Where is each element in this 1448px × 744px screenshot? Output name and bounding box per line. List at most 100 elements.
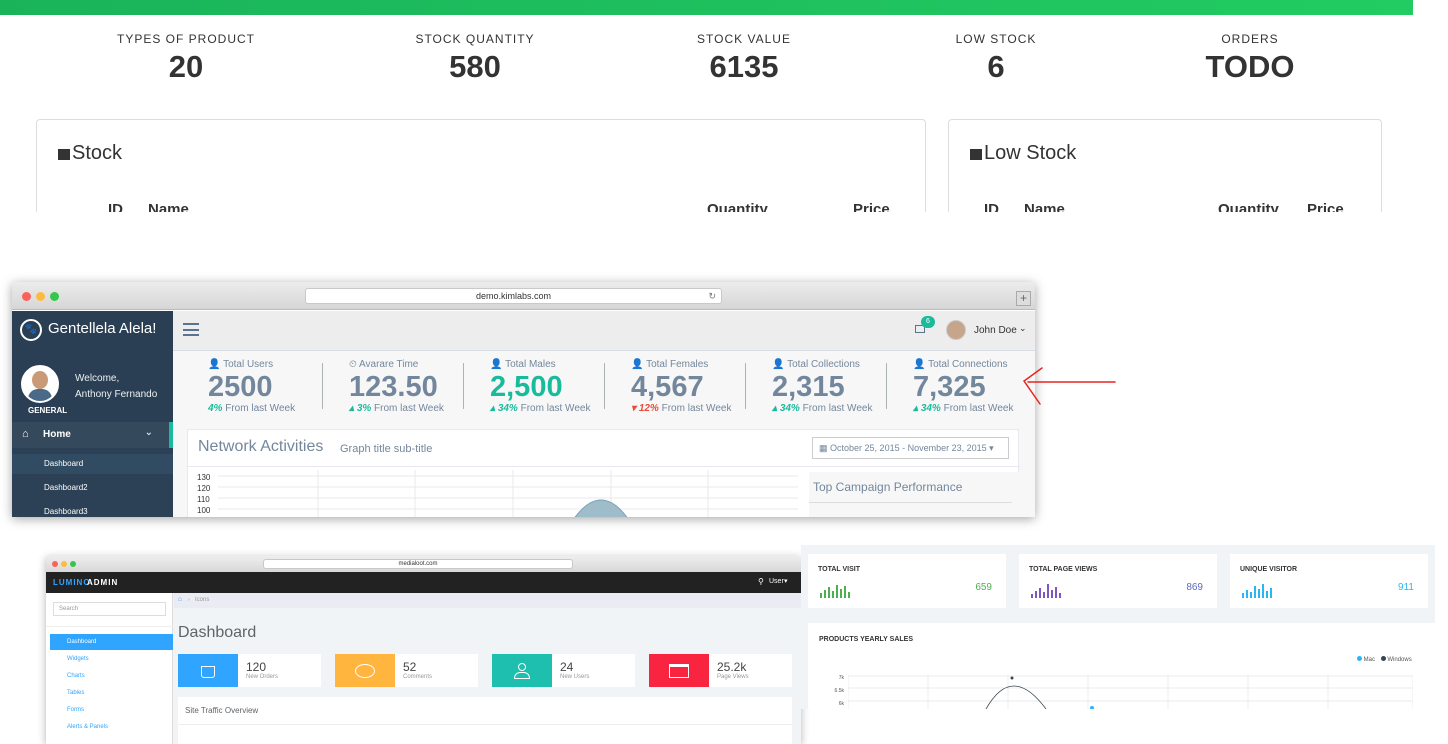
menu-label: Tables <box>67 690 85 696</box>
stat-total-connections: 👤 Total Connections 7,325 ▴ 34% From las… <box>913 359 1035 414</box>
column-header-price[interactable]: Price <box>1307 201 1344 212</box>
y-tick: 6.5k <box>834 688 844 694</box>
kpi-label: TOTAL PAGE VIEWS <box>1029 566 1098 573</box>
new-tab-plus-icon[interactable]: + <box>1016 291 1031 306</box>
y-tick: 7k <box>838 675 844 681</box>
stat-suffix: From last Week <box>802 403 873 414</box>
window-maximize-button[interactable] <box>70 561 76 567</box>
graph-y-axis: 130 120 110 100 <box>197 472 210 516</box>
stat-average-time: ⏲ Avarare Time 123.50 ▴ 3% From last Wee… <box>349 359 489 414</box>
brand-admin[interactable]: ADMIN <box>87 578 118 587</box>
column-header-id[interactable]: ID <box>984 201 999 212</box>
green-sparkline-icon <box>820 584 850 598</box>
menu-label: Forms <box>67 707 84 713</box>
gentellela-screenshot: demo.kimlabs.com ↻ + 🐾 Gentellela Alela!… <box>12 282 1035 517</box>
chart-y-axis: 7k 6.5k 6k <box>824 672 844 709</box>
brand-name[interactable]: Gentellela Alela! <box>48 320 156 337</box>
tile-label: New Users <box>560 674 590 680</box>
window-maximize-button[interactable] <box>50 292 59 301</box>
stock-card: Stock ID Name Quantity Price <box>36 119 926 212</box>
user-menu[interactable]: User <box>769 578 784 585</box>
stat-value: TODO <box>1205 49 1295 84</box>
nav-item-home[interactable]: ⌂ Home ⌄ <box>12 422 173 448</box>
arrow-up-icon: ▴ <box>772 403 778 414</box>
caret-down-icon: ▾ <box>784 578 788 585</box>
address-bar[interactable]: demo.kimlabs.com ↻ <box>305 288 722 304</box>
stat-change: 34% <box>779 403 800 414</box>
stat-label: Total Collections <box>787 359 860 370</box>
hamburger-menu-icon[interactable] <box>183 323 199 336</box>
stat-change: 12% <box>638 403 659 414</box>
divider <box>809 502 1012 503</box>
breadcrumb: ⌂ › Icons <box>174 593 801 608</box>
nav-submenu: Dashboard Dashboard2 Dashboard3 <box>12 448 173 517</box>
address-text: medialoot.com <box>398 561 438 567</box>
menu-item-widgets[interactable]: Widgets <box>50 651 170 667</box>
tile-label: Comments <box>403 674 433 680</box>
panel-title: Site Traffic Overview <box>185 706 259 715</box>
nav-dashboard3-label: Dashboard3 <box>44 507 88 516</box>
user-menu-name[interactable]: John Doe <box>974 325 1017 336</box>
stat-label: ORDERS <box>1221 32 1279 46</box>
column-header-quantity[interactable]: Quantity <box>707 201 768 212</box>
browser-titlebar: medialoot.com <box>46 556 801 572</box>
profile-name: Anthony Fernando <box>75 389 158 400</box>
stat-label: TYPES OF PRODUCT <box>116 32 255 46</box>
date-range-picker[interactable]: ▦ October 25, 2015 - November 23, 2015 ▾ <box>812 437 1009 459</box>
y-tick: 100 <box>197 506 211 515</box>
top-nav: 6 John Doe ⌄ <box>173 311 1035 351</box>
menu-item-tables[interactable]: Tables <box>50 685 170 701</box>
low-stock-card-title-text: Low Stock <box>984 142 1077 164</box>
menu-item-dashboard[interactable]: Dashboard <box>50 634 173 650</box>
user-avatar[interactable] <box>946 320 966 340</box>
blue-sparkline-icon <box>1242 584 1272 598</box>
stat-value: 6135 <box>709 49 779 84</box>
window-close-button[interactable] <box>22 292 31 301</box>
stat-value: 2,315 <box>772 371 845 403</box>
user-icon: ⚲ <box>758 577 764 586</box>
search-input[interactable]: Search <box>53 602 166 616</box>
home-icon: ⌂ <box>22 428 29 440</box>
user-icon: 👤 <box>490 359 503 370</box>
kpi-value: 659 <box>975 582 992 593</box>
stat-divider <box>886 363 887 409</box>
stat-total-users: 👤 Total Users 2500 4% From last Week <box>208 359 348 414</box>
kpi-total-page-views: TOTAL PAGE VIEWS 869 <box>1019 554 1217 608</box>
stat-divider <box>463 363 464 409</box>
column-header-name[interactable]: Name <box>148 201 189 212</box>
tile-value: 52 <box>403 660 417 674</box>
tile-value: 24 <box>560 660 574 674</box>
menu-item-charts[interactable]: Charts <box>50 668 170 684</box>
window-minimize-button[interactable] <box>61 561 67 567</box>
column-header-quantity[interactable]: Quantity <box>1218 201 1279 212</box>
windows-series-line <box>985 685 1047 709</box>
nav-item-dashboard[interactable]: Dashboard <box>12 454 173 474</box>
nav-item-dashboard2[interactable]: Dashboard2 <box>12 478 173 498</box>
nav-item-dashboard3[interactable]: Dashboard3 <box>12 502 173 517</box>
legend-swatch-windows <box>1380 656 1386 661</box>
y-tick: 6k <box>838 701 844 707</box>
column-header-name[interactable]: Name <box>1024 201 1065 212</box>
window-minimize-button[interactable] <box>36 292 45 301</box>
menu-item-alerts-panels[interactable]: Alerts & Panels <box>50 719 170 735</box>
caret-down-icon: ▾ <box>989 443 994 453</box>
brand-lumino[interactable]: LUMINO <box>53 578 91 587</box>
stat-change: 34% <box>920 403 941 414</box>
menu-item-forms[interactable]: Forms <box>50 702 170 718</box>
stat-value: 4,567 <box>631 371 704 403</box>
chart-title: PRODUCTS YEARLY SALES <box>819 636 914 643</box>
nav-home-label: Home <box>43 429 71 440</box>
window-close-button[interactable] <box>52 561 58 567</box>
mac-series-point <box>1090 706 1094 709</box>
arrow-up-icon: ▴ <box>490 403 496 414</box>
stat-label: LOW STOCK <box>955 32 1037 46</box>
home-icon[interactable]: ⌂ <box>178 596 182 603</box>
menu-label: Alerts & Panels <box>67 724 109 730</box>
user-icon: 👤 <box>208 359 221 370</box>
address-bar[interactable]: medialoot.com <box>263 559 573 569</box>
reload-icon[interactable]: ↻ <box>708 289 716 303</box>
column-header-price[interactable]: Price <box>853 201 890 212</box>
chevron-down-icon: ⌄ <box>144 427 153 438</box>
address-text: demo.kimlabs.com <box>475 291 552 301</box>
column-header-id[interactable]: ID <box>108 201 123 212</box>
